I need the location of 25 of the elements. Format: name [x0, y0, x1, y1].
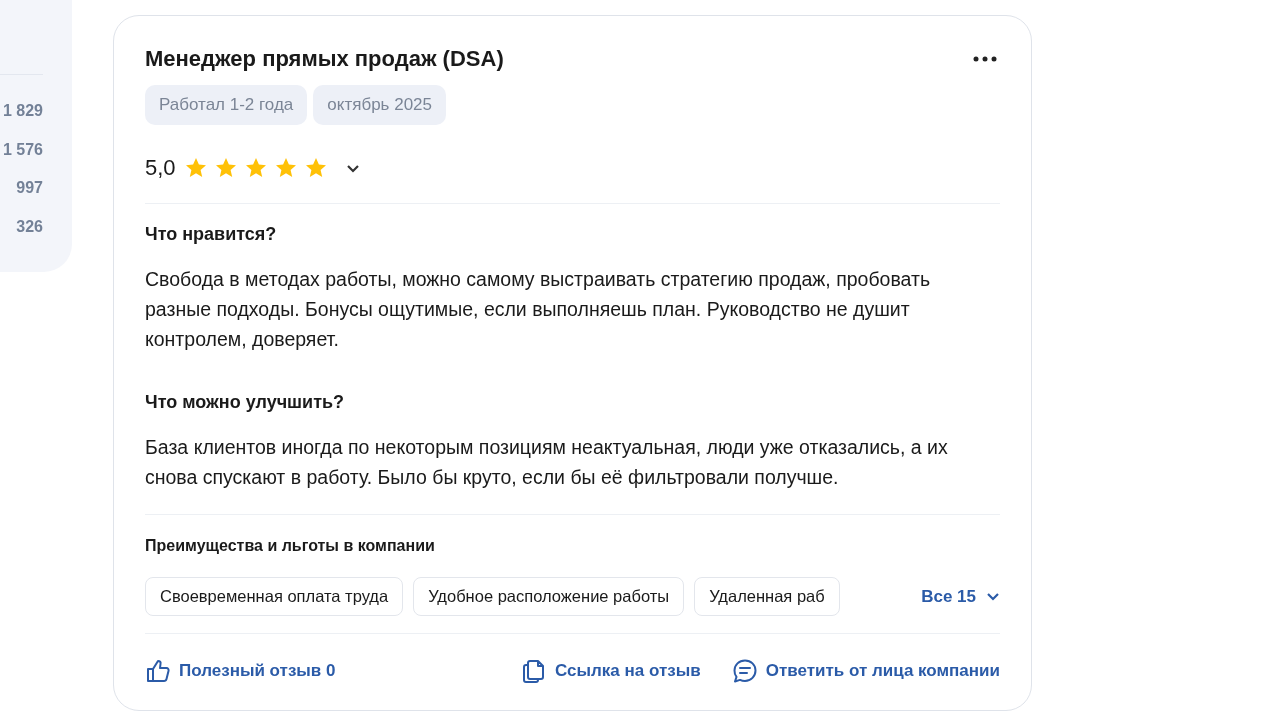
- section-heading: Что нравится?: [145, 224, 278, 245]
- info-tag: Работал 1-2 года: [145, 85, 308, 125]
- thumbs-up-icon: [145, 658, 171, 684]
- review-count: 326: [16, 216, 43, 237]
- section-heading: Что можно улучшить?: [145, 392, 346, 413]
- copy-link-button[interactable]: Ссылка на отзыв: [521, 658, 701, 684]
- benefit-tag: Своевременная оплата труда: [145, 577, 404, 616]
- more-icon[interactable]: [973, 56, 997, 62]
- chevron-down-icon: [986, 592, 1000, 601]
- review-text: Свобода в методах работы, можно самому выстраивать стратегию продаж, пробовать разные подходы. Бонусы ощутимые, если выполняешь план. Руководство не душит контролем, доверяет.: [145, 267, 932, 352]
- review-count: 1 576: [2, 139, 43, 160]
- reply-button[interactable]: Ответить от лица компании: [731, 658, 1000, 684]
- rating-score: 5,0: [145, 155, 176, 181]
- benefits-heading: Преимущества и льготы в компании: [145, 537, 436, 555]
- review-count: 997: [16, 178, 43, 198]
- helpful-button[interactable]: Полезный отзыв 0: [145, 658, 336, 684]
- info-tag: октябрь 2025: [313, 85, 446, 125]
- review-text: База клиентов иногда по некоторым позициям неактуальная, люди уже отказались, а их снова спускают в работу. Было бы круто, если бы её фильтровали получше.: [145, 435, 949, 490]
- chevron-down-icon[interactable]: [345, 163, 360, 173]
- chat-bubble-icon: [731, 658, 758, 684]
- benefit-tag: Удобное расположение работы: [413, 577, 685, 616]
- benefit-tag: Удаленная раб: [694, 577, 840, 616]
- show-all-button[interactable]: Все 15: [921, 586, 1000, 607]
- job-title: Менеджер прямых продаж (DSA): [145, 46, 504, 72]
- review-count: 1 829: [2, 101, 43, 121]
